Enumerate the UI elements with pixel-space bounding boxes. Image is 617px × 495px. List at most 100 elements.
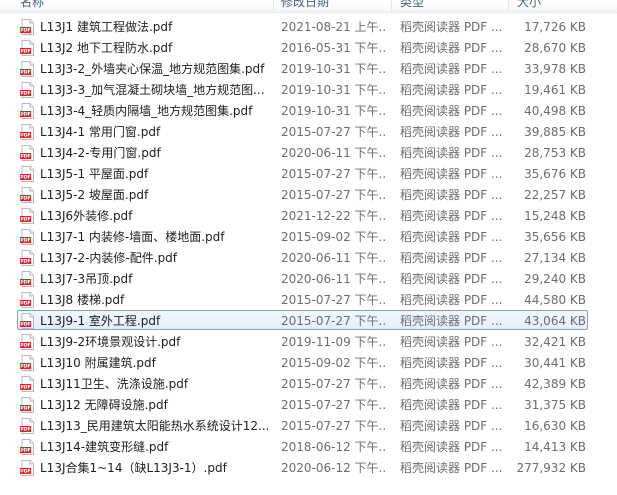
file-size: 14,413 KB <box>524 440 586 454</box>
column-divider[interactable] <box>508 0 509 12</box>
file-modified-date: 2015-07-27 下午... <box>281 314 385 328</box>
svg-text:PDF: PDF <box>20 154 30 160</box>
file-row[interactable]: PDF L13J5-1 平屋面.pdf 2015-07-27 下午... 稻壳阅读器… <box>0 164 617 185</box>
pdf-file-icon: PDF <box>20 166 35 182</box>
svg-text:PDF: PDF <box>20 217 30 223</box>
file-row[interactable]: PDF L13J9-2环境景观设计.pdf 2019-11-09 下午... 稻壳阅… <box>0 332 617 353</box>
column-size[interactable]: 大小 <box>517 0 541 11</box>
file-size: 44,580 KB <box>524 293 586 307</box>
file-name[interactable]: L13J2 地下工程防水.pdf <box>40 38 272 59</box>
file-type: 稻壳阅读器 PDF ... <box>400 272 503 286</box>
file-size: 35,656 KB <box>524 230 586 244</box>
file-modified-date: 2019-10-31 下午... <box>281 62 385 76</box>
file-modified-date: 2015-07-27 下午... <box>281 419 385 433</box>
svg-text:PDF: PDF <box>20 112 30 118</box>
column-divider[interactable] <box>391 0 392 12</box>
file-row[interactable]: PDF L13J13_民用建筑太阳能热水系统设计12... 2015-07-27 … <box>0 416 617 437</box>
file-row[interactable]: PDF L13J11卫生、洗涤设施.pdf 2015-07-27 下午... 稻壳阅… <box>0 374 617 395</box>
file-size: 42,389 KB <box>524 377 586 391</box>
file-modified-date: 2020-06-11 下午... <box>281 146 385 160</box>
file-type: 稻壳阅读器 PDF ... <box>400 356 503 370</box>
file-name[interactable]: L13J4-1 常用门窗.pdf <box>40 122 272 143</box>
file-row[interactable]: PDF L13J合集1~14（缺L13J3-1）.pdf 2020-06-12 下… <box>0 458 617 479</box>
file-type: 稻壳阅读器 PDF ... <box>400 293 503 307</box>
file-name[interactable]: L13J1 建筑工程做法.pdf <box>40 17 272 38</box>
file-row[interactable]: PDF L13J3-3_加气混凝土砌块墙_地方规范图... 2019-10-31 … <box>0 80 617 101</box>
file-row[interactable]: PDF L13J4-1 常用门窗.pdf 2015-07-27 下午... 稻壳阅读… <box>0 122 617 143</box>
file-modified-date: 2018-06-12 下午... <box>281 440 385 454</box>
file-name[interactable]: L13J7-1 内装修-墙面、楼地面.pdf <box>40 227 272 248</box>
svg-text:PDF: PDF <box>20 301 30 307</box>
pdf-file-icon: PDF <box>20 19 35 35</box>
file-row[interactable]: PDF L13J2 地下工程防水.pdf 2016-05-31 下午... 稻壳阅读… <box>0 38 617 59</box>
file-name[interactable]: L13J11卫生、洗涤设施.pdf <box>40 374 272 395</box>
column-name[interactable]: 名称 <box>20 0 44 11</box>
file-list: PDF L13J1 建筑工程做法.pdf 2021-08-21 上午... 稻壳阅读… <box>0 17 617 479</box>
file-size: 28,753 KB <box>524 146 586 160</box>
file-row[interactable]: PDF L13J8 楼梯.pdf 2015-07-27 下午... 稻壳阅读器 PD… <box>0 290 617 311</box>
pdf-file-icon: PDF <box>20 40 35 56</box>
file-row[interactable]: PDF L13J4-2-专用门窗.pdf 2020-06-11 下午... 稻壳阅读… <box>0 143 617 164</box>
file-name[interactable]: L13J合集1~14（缺L13J3-1）.pdf <box>40 458 272 479</box>
file-row[interactable]: PDF L13J7-3吊顶.pdf 2020-06-11 下午... 稻壳阅读器 P… <box>0 269 617 290</box>
svg-text:PDF: PDF <box>20 28 30 34</box>
file-name[interactable]: L13J10 附属建筑.pdf <box>40 353 272 374</box>
svg-text:PDF: PDF <box>20 196 30 202</box>
file-row[interactable]: PDF L13J6外装修.pdf 2021-12-22 下午... 稻壳阅读器 PD… <box>0 206 617 227</box>
svg-text:PDF: PDF <box>20 91 30 97</box>
file-name[interactable]: L13J4-2-专用门窗.pdf <box>40 143 272 164</box>
file-name[interactable]: L13J7-3吊顶.pdf <box>40 269 272 290</box>
file-type: 稻壳阅读器 PDF ... <box>400 104 503 118</box>
file-name[interactable]: L13J13_民用建筑太阳能热水系统设计12... <box>40 416 272 437</box>
pdf-file-icon: PDF <box>20 418 35 434</box>
file-name[interactable]: L13J7-2-内装修-配件.pdf <box>40 248 272 269</box>
file-modified-date: 2015-09-02 下午... <box>281 230 385 244</box>
file-name[interactable]: L13J8 楼梯.pdf <box>40 290 272 311</box>
pdf-file-icon: PDF <box>20 439 35 455</box>
file-modified-date: 2015-07-27 下午... <box>281 377 385 391</box>
file-size: 39,885 KB <box>524 125 586 139</box>
file-row[interactable]: PDF L13J7-2-内装修-配件.pdf 2020-06-11 下午... 稻壳… <box>0 248 617 269</box>
file-type: 稻壳阅读器 PDF ... <box>400 398 503 412</box>
file-modified-date: 2021-08-21 上午... <box>281 20 385 34</box>
file-name[interactable]: L13J5-2 坡屋面.pdf <box>40 185 272 206</box>
file-row[interactable]: PDF L13J3-4_轻质内隔墙_地方规范图集.pdf 2019-10-31 下… <box>0 101 617 122</box>
column-date[interactable]: 修改日期 <box>281 0 329 11</box>
svg-text:PDF: PDF <box>20 406 30 412</box>
file-row[interactable]: PDF L13J5-2 坡屋面.pdf 2015-07-27 下午... 稻壳阅读器… <box>0 185 617 206</box>
file-name[interactable]: L13J3-3_加气混凝土砌块墙_地方规范图... <box>40 80 272 101</box>
file-name[interactable]: L13J6外装修.pdf <box>40 206 272 227</box>
file-modified-date: 2015-07-27 下午... <box>281 188 385 202</box>
file-modified-date: 2021-12-22 下午... <box>281 209 385 223</box>
svg-text:PDF: PDF <box>20 385 30 391</box>
file-size: 22,257 KB <box>524 188 586 202</box>
file-size: 32,421 KB <box>524 335 586 349</box>
file-name[interactable]: L13J9-1 室外工程.pdf <box>40 311 272 332</box>
file-row[interactable]: PDF L13J9-1 室外工程.pdf 2015-07-27 下午... 稻壳阅读… <box>0 310 617 332</box>
column-divider[interactable] <box>273 0 274 12</box>
file-name[interactable]: L13J9-2环境景观设计.pdf <box>40 332 272 353</box>
pdf-file-icon: PDF <box>20 334 35 350</box>
file-size: 31,375 KB <box>524 398 586 412</box>
file-modified-date: 2020-06-11 下午... <box>281 272 385 286</box>
file-size: 16,630 KB <box>524 419 586 433</box>
file-name[interactable]: L13J3-2_外墙夹心保温_地方规范图集.pdf <box>40 59 272 80</box>
file-modified-date: 2015-09-02 下午... <box>281 356 385 370</box>
file-modified-date: 2020-06-12 下午... <box>281 461 385 475</box>
file-name[interactable]: L13J12 无障碍设施.pdf <box>40 395 272 416</box>
column-type[interactable]: 类型 <box>400 0 424 11</box>
file-type: 稻壳阅读器 PDF ... <box>400 83 503 97</box>
svg-text:PDF: PDF <box>20 70 30 76</box>
file-row[interactable]: PDF L13J12 无障碍设施.pdf 2015-07-27 下午... 稻壳阅读… <box>0 395 617 416</box>
column-header: 名称 修改日期 类型 大小 <box>0 0 617 13</box>
file-name[interactable]: L13J5-1 平屋面.pdf <box>40 164 272 185</box>
file-row[interactable]: PDF L13J7-1 内装修-墙面、楼地面.pdf 2015-09-02 下午.… <box>0 227 617 248</box>
file-row[interactable]: PDF L13J3-2_外墙夹心保温_地方规范图集.pdf 2019-10-31 … <box>0 59 617 80</box>
file-row[interactable]: PDF L13J14-建筑变形缝.pdf 2018-06-12 下午... 稻壳阅读… <box>0 437 617 458</box>
file-row[interactable]: PDF L13J10 附属建筑.pdf 2015-09-02 下午... 稻壳阅读器… <box>0 353 617 374</box>
file-name[interactable]: L13J14-建筑变形缝.pdf <box>40 437 272 458</box>
svg-text:PDF: PDF <box>20 364 30 370</box>
file-name[interactable]: L13J3-4_轻质内隔墙_地方规范图集.pdf <box>40 101 272 122</box>
file-modified-date: 2015-07-27 下午... <box>281 125 385 139</box>
file-row[interactable]: PDF L13J1 建筑工程做法.pdf 2021-08-21 上午... 稻壳阅读… <box>0 17 617 38</box>
